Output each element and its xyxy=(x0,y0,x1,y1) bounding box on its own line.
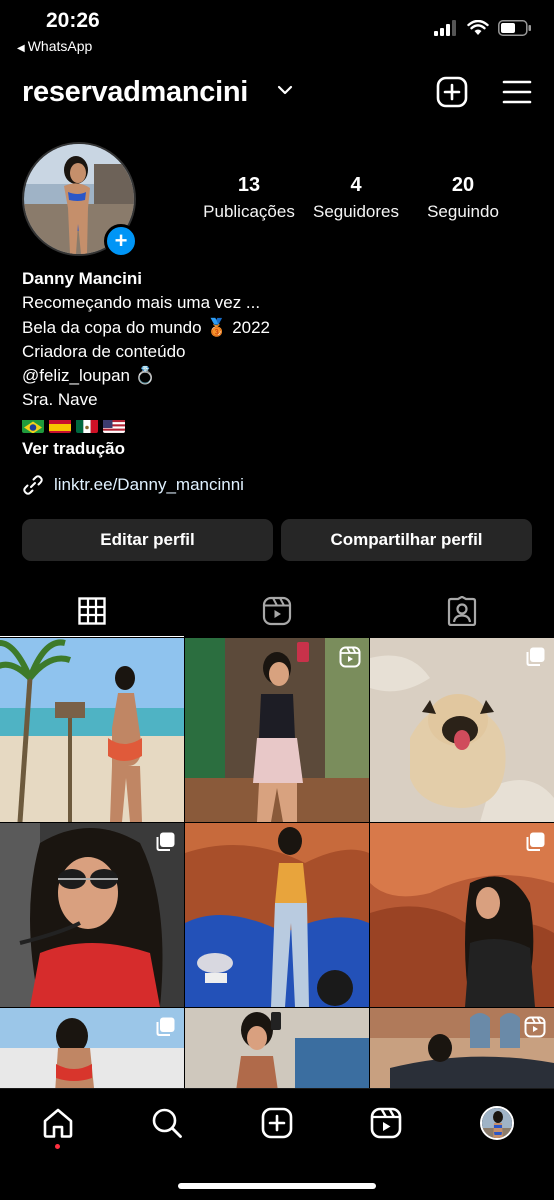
grid-icon xyxy=(78,597,106,625)
bio-line: Recomeçando mais uma vez ... xyxy=(22,293,261,313)
mexico-flag xyxy=(76,418,98,434)
posts-count: 13 xyxy=(237,174,261,196)
post-thumbnail[interactable] xyxy=(0,823,184,1007)
post-thumbnail[interactable] xyxy=(185,1008,369,1088)
back-app-label: WhatsApp xyxy=(27,38,93,54)
carousel-badge-icon xyxy=(526,832,545,851)
bio-mention-line[interactable]: @feliz_loupan 💍 xyxy=(22,364,270,388)
display-name: Danny Mancini xyxy=(22,269,142,288)
plus-icon: + xyxy=(114,228,128,253)
tab-tagged[interactable] xyxy=(370,585,554,637)
followers-count: 4 xyxy=(350,174,362,196)
home-indicator xyxy=(178,1183,376,1189)
following-count: 20 xyxy=(451,174,475,196)
reel-badge-icon xyxy=(524,1016,546,1038)
add-story-button[interactable]: + xyxy=(104,224,138,258)
following-label: Seguindo xyxy=(427,202,499,221)
cellular-signal-icon xyxy=(434,20,456,36)
nav-home[interactable] xyxy=(38,1103,78,1143)
profile-avatar-container[interactable]: + xyxy=(22,142,138,258)
post-thumbnail[interactable] xyxy=(0,638,184,822)
bottom-navigation xyxy=(0,1088,554,1200)
nav-profile[interactable] xyxy=(477,1103,517,1143)
profile-avatar xyxy=(480,1106,514,1140)
bio-line: Bela da copa do mundo 🥉 2022 xyxy=(22,317,271,337)
tab-grid[interactable] xyxy=(0,585,184,637)
status-time: 20:26 xyxy=(46,9,100,32)
profile-tabs xyxy=(0,585,554,637)
tab-reels[interactable] xyxy=(185,585,369,637)
menu-icon[interactable] xyxy=(502,79,532,105)
carousel-badge-icon xyxy=(156,832,175,851)
post-thumbnail[interactable] xyxy=(185,638,369,822)
stat-posts[interactable]: 13 Publicações xyxy=(198,174,300,222)
profile-link-text[interactable]: linktr.ee/Danny_mancinni xyxy=(54,475,244,495)
nav-search[interactable] xyxy=(147,1103,187,1143)
posts-label: Publicações xyxy=(203,202,295,221)
post-thumbnail[interactable] xyxy=(185,823,369,1007)
link-icon xyxy=(23,475,43,495)
post-thumbnail[interactable] xyxy=(370,1008,554,1088)
nav-reels[interactable] xyxy=(366,1103,406,1143)
edit-profile-button[interactable]: Editar perfil xyxy=(22,519,273,561)
profile-link[interactable]: linktr.ee/Danny_mancinni xyxy=(22,474,244,496)
home-icon xyxy=(43,1108,73,1138)
reel-badge-icon xyxy=(339,646,361,668)
brazil-flag xyxy=(22,418,44,434)
reels-icon xyxy=(370,1107,402,1139)
back-to-app-link[interactable]: ◀ WhatsApp xyxy=(17,38,92,54)
carousel-badge-icon xyxy=(526,647,545,666)
carousel-badge-icon xyxy=(156,1017,175,1036)
nav-create[interactable] xyxy=(257,1103,297,1143)
new-post-icon[interactable] xyxy=(436,76,468,108)
wifi-icon xyxy=(467,20,489,35)
create-icon xyxy=(261,1107,293,1139)
flag-row xyxy=(22,417,270,435)
notification-dot xyxy=(55,1144,60,1149)
profile-header: reservadmancini xyxy=(0,72,554,116)
post-thumbnail[interactable] xyxy=(0,1008,184,1088)
back-arrow-icon: ◀ xyxy=(17,43,25,54)
post-thumbnail[interactable] xyxy=(370,823,554,1007)
username-switcher[interactable]: reservadmancini xyxy=(22,76,248,109)
active-tab-indicator xyxy=(0,636,184,637)
post-thumbnail[interactable] xyxy=(370,638,554,822)
spain-flag xyxy=(49,418,71,434)
see-translation-link[interactable]: Ver tradução xyxy=(22,437,270,461)
reels-icon xyxy=(262,596,292,626)
stat-following[interactable]: 20 Seguindo xyxy=(414,174,512,222)
chevron-down-icon[interactable] xyxy=(277,84,293,96)
bio-line: Sra. Nave xyxy=(22,390,98,410)
share-profile-button[interactable]: Compartilhar perfil xyxy=(281,519,532,561)
status-bar: 20:26 ◀ WhatsApp xyxy=(0,0,554,62)
battery-icon xyxy=(498,20,531,36)
profile-bio: Danny Mancini Recomeçando mais uma vez .… xyxy=(22,267,270,461)
search-icon xyxy=(152,1108,182,1138)
stat-followers[interactable]: 4 Seguidores xyxy=(305,174,407,222)
followers-label: Seguidores xyxy=(312,202,399,221)
tagged-icon xyxy=(447,596,477,626)
usa-flag xyxy=(103,418,125,434)
bio-line: Criadora de conteúdo xyxy=(22,341,186,361)
posts-grid xyxy=(0,638,554,1088)
